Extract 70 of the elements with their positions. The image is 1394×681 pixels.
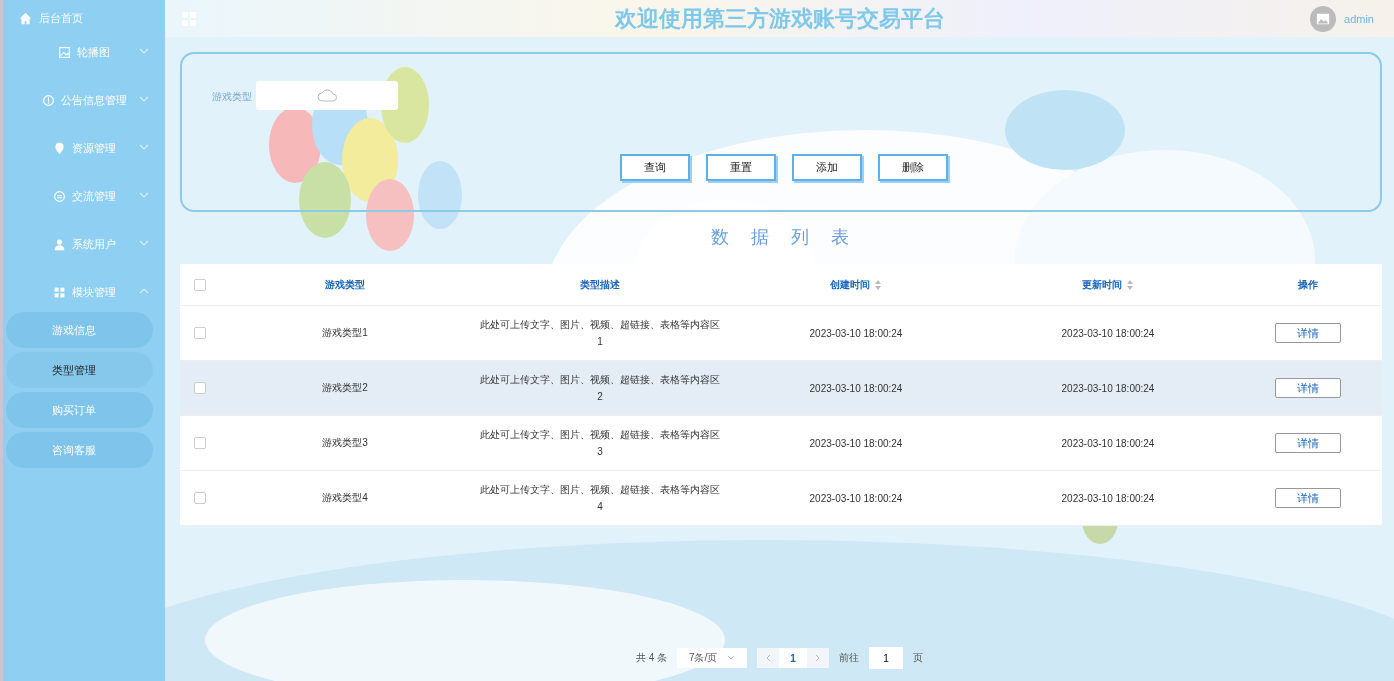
detail-button[interactable]: 详情 — [1275, 433, 1341, 453]
column-header: 类型描述 — [580, 278, 620, 290]
chat-icon — [52, 189, 66, 203]
chevron-right-icon — [815, 654, 822, 662]
table-row[interactable]: 游戏类型1 此处可上传文字、图片、视频、超链接、表格等内容区1 2023-03-10 18:00:24 2023-03-10 18:00:24 详情 — [180, 305, 1382, 361]
detail-button[interactable]: 详情 — [1275, 378, 1341, 398]
total-count: 共 4 条 — [635, 651, 668, 665]
user-icon — [52, 237, 66, 251]
table-row[interactable]: 游戏类型4 此处可上传文字、图片、视频、超链接、表格等内容区4 2023-03-10 18:00:24 2023-03-10 18:00:24 详情 — [180, 470, 1382, 526]
page-unit: 页 — [913, 651, 924, 665]
column-header: 操作 — [1298, 278, 1318, 290]
detail-button[interactable]: 详情 — [1275, 323, 1341, 343]
section-title: 数据列表 — [711, 227, 871, 247]
next-page-button[interactable] — [807, 648, 830, 668]
table-cell: 2023-03-10 18:00:24 — [1061, 437, 1155, 449]
input-field[interactable] — [256, 81, 398, 110]
table-cell: 2023-03-10 18:00:24 — [1061, 327, 1155, 339]
chevron-icon — [139, 239, 149, 247]
table-cell: 游戏类型2 — [322, 382, 368, 393]
action-button[interactable]: 删除 — [878, 154, 948, 181]
sort-icon[interactable] — [1126, 279, 1134, 290]
page-input[interactable]: 1 — [869, 647, 904, 669]
page-size-select[interactable]: 7条/页 — [677, 648, 748, 668]
table-cell: 2023-03-10 18:00:24 — [1061, 492, 1155, 504]
action-button[interactable]: 添加 — [792, 154, 862, 181]
chevron-icon — [139, 287, 149, 295]
table-cell: 2023-03-10 18:00:24 — [809, 437, 903, 449]
action-button[interactable]: 重置 — [706, 154, 776, 181]
table-cell: 2023-03-10 18:00:24 — [809, 492, 903, 504]
avatar[interactable] — [1310, 5, 1337, 32]
chevron-icon — [139, 47, 149, 55]
cloud-icon — [316, 86, 338, 105]
checkbox[interactable] — [194, 382, 206, 395]
pin-icon — [52, 141, 66, 155]
checkbox[interactable] — [194, 437, 206, 450]
page-title: 欢迎使用第三方游戏账号交易平台 — [614, 6, 945, 31]
table-cell: 游戏类型1 — [322, 327, 368, 338]
chevron-icon — [139, 143, 149, 151]
table-cell: 2023-03-10 18:00:24 — [809, 327, 903, 339]
caret-icon — [727, 655, 736, 661]
goto-label: 前往 — [839, 651, 860, 665]
table-cell: 2023-03-10 18:00:24 — [1061, 382, 1155, 394]
image-icon — [58, 45, 71, 59]
detail-button[interactable]: 详情 — [1275, 488, 1341, 508]
chevron-icon — [139, 95, 149, 103]
sort-icon[interactable] — [874, 279, 882, 290]
table-cell: 游戏类型3 — [322, 437, 368, 448]
chevron-icon — [139, 191, 149, 199]
table-cell-text: 此处可上传文字、图片、视频、超链接、表格等内容区4 — [480, 483, 720, 514]
column-header[interactable]: 更新时间 — [1082, 278, 1122, 290]
prev-page-button[interactable] — [757, 648, 780, 668]
table-cell-text: 此处可上传文字、图片、视频、超链接、表格等内容区3 — [480, 428, 720, 459]
table-cell: 游戏类型4 — [322, 492, 368, 503]
info-icon — [41, 93, 55, 107]
table-row[interactable]: 游戏类型3 此处可上传文字、图片、视频、超链接、表格等内容区3 2023-03-10 18:00:24 2023-03-10 18:00:24 详情 — [180, 415, 1382, 471]
action-button[interactable]: 查询 — [620, 154, 690, 181]
field-label: 游戏类型 — [212, 90, 252, 104]
checkbox[interactable] — [194, 492, 206, 505]
table-cell-text: 此处可上传文字、图片、视频、超链接、表格等内容区1 — [480, 318, 720, 349]
checkbox[interactable] — [194, 327, 206, 340]
checkbox[interactable] — [194, 278, 206, 291]
home-icon — [19, 11, 32, 25]
column-header: 游戏类型 — [325, 278, 365, 290]
table-cell: 2023-03-10 18:00:24 — [809, 382, 903, 394]
submenu-item[interactable]: 类型管理 — [6, 352, 153, 388]
column-header[interactable]: 创建时间 — [830, 278, 870, 290]
page-button[interactable]: 1 — [779, 648, 808, 668]
grid-icon — [52, 285, 66, 299]
chevron-left-icon — [765, 654, 772, 662]
table-cell-text: 此处可上传文字、图片、视频、超链接、表格等内容区2 — [480, 373, 720, 404]
